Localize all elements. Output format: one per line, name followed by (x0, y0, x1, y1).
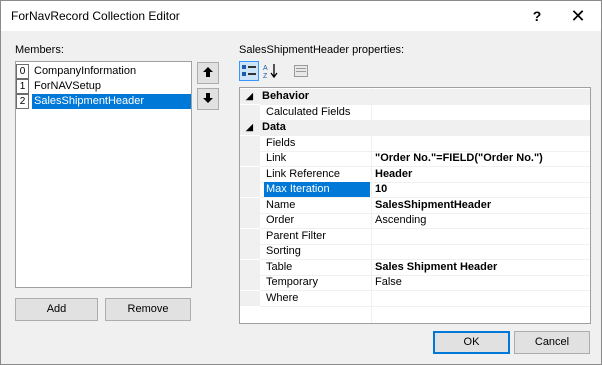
property-value[interactable]: Sales Shipment Header (373, 260, 590, 275)
row-gutter (240, 228, 260, 244)
row-gutter (240, 290, 260, 306)
property-grid[interactable]: ◢ Behavior Calculated Fields ◢ Data Fields Lin… (239, 87, 591, 324)
property-category[interactable]: ◢ Behavior (240, 89, 590, 104)
property-row[interactable]: Calculated Fields (240, 104, 590, 120)
property-value[interactable]: SalesShipmentHeader (373, 198, 590, 213)
property-name: Where (266, 291, 299, 304)
properties-label: SalesShipmentHeader properties: (239, 44, 405, 56)
svg-text:Z: Z (263, 73, 268, 79)
property-value[interactable]: False (373, 275, 590, 290)
row-gutter (240, 104, 260, 120)
property-row[interactable]: Sorting (240, 244, 590, 259)
member-name: CompanyInformation (34, 65, 137, 77)
property-pages-button[interactable] (291, 61, 311, 81)
title-bar: ForNavRecord Collection Editor ? ✕ (1, 1, 601, 31)
categorized-icon (242, 65, 256, 76)
property-value[interactable]: 10 (373, 182, 590, 197)
cancel-button[interactable]: Cancel (514, 331, 590, 354)
list-item[interactable]: 2 SalesShipmentHeader (16, 94, 191, 109)
property-name: Link (266, 152, 287, 164)
member-name: ForNAVSetup (34, 80, 102, 92)
property-row[interactable]: Where (240, 290, 590, 306)
row-gutter (240, 259, 260, 275)
property-row[interactable]: Parent Filter (240, 228, 590, 244)
property-category[interactable]: ◢ Data (240, 120, 590, 135)
property-name: Fields (266, 136, 296, 149)
row-gutter (240, 151, 260, 166)
row-gutter (240, 182, 260, 197)
property-row[interactable]: Order Ascending (240, 213, 590, 228)
property-value[interactable] (373, 136, 590, 151)
property-row[interactable]: Temporary False (240, 275, 590, 290)
alphabetical-button[interactable]: A Z (261, 61, 281, 81)
property-name: Table (266, 260, 293, 273)
property-row[interactable]: Max Iteration 10 (240, 182, 590, 197)
property-pages-icon (294, 65, 308, 77)
row-gutter (240, 135, 260, 151)
members-label: Members: (15, 44, 64, 56)
list-item[interactable]: 0 CompanyInformation (16, 64, 191, 79)
row-gutter (240, 197, 260, 213)
close-button[interactable]: ✕ (555, 1, 601, 31)
property-row[interactable]: Fields (240, 135, 590, 151)
property-name: Max Iteration (264, 182, 370, 197)
property-name: Link Reference (266, 167, 340, 180)
collapse-icon[interactable]: ◢ (246, 120, 253, 135)
ok-button[interactable]: OK (433, 331, 510, 354)
row-gutter (240, 166, 260, 182)
members-list[interactable]: 0 CompanyInformation 1 ForNAVSetup 2 SalesShi… (15, 61, 192, 288)
property-value[interactable]: Header (373, 167, 590, 182)
property-name: Parent Filter (266, 229, 326, 242)
move-down-button[interactable] (197, 88, 219, 110)
property-value[interactable] (373, 244, 590, 259)
property-row[interactable]: Table Sales Shipment Header (240, 259, 590, 275)
member-index: 2 (16, 94, 29, 109)
property-value[interactable] (373, 229, 590, 244)
list-item[interactable]: 1 ForNAVSetup (16, 79, 191, 94)
arrow-down-icon (203, 93, 213, 103)
svg-text:A: A (263, 65, 268, 72)
properties-toolbar: A Z (239, 61, 319, 83)
category-label: Data (262, 121, 286, 133)
arrow-up-icon (203, 67, 213, 77)
remove-button[interactable]: Remove (105, 298, 191, 321)
add-button[interactable]: Add (15, 298, 98, 321)
alphabetical-sort-icon: A Z (263, 64, 278, 80)
member-name: SalesShipmentHeader (32, 94, 191, 109)
property-row[interactable]: Name SalesShipmentHeader (240, 197, 590, 213)
property-value[interactable]: Ascending (373, 213, 590, 228)
row-gutter (240, 244, 260, 259)
property-value[interactable]: "Order No."=FIELD("Order No.") (373, 151, 590, 166)
categorized-button[interactable] (239, 61, 259, 81)
member-index: 1 (16, 79, 29, 94)
row-gutter (240, 213, 260, 228)
property-value[interactable] (373, 105, 590, 120)
property-name: Temporary (266, 276, 318, 288)
collection-editor-window: ForNavRecord Collection Editor ? ✕ Membe… (0, 0, 602, 365)
window-title: ForNavRecord Collection Editor (11, 9, 180, 23)
property-row[interactable]: Link "Order No."=FIELD("Order No.") (240, 151, 590, 166)
help-button[interactable]: ? (514, 1, 560, 31)
property-name: Name (266, 198, 296, 211)
property-value[interactable] (373, 291, 590, 306)
category-label: Behavior (262, 90, 310, 102)
collapse-icon[interactable]: ◢ (246, 89, 253, 104)
row-gutter (240, 275, 260, 290)
member-index: 0 (16, 64, 29, 79)
property-name: Calculated Fields (266, 105, 351, 118)
property-name: Order (266, 214, 295, 226)
move-up-button[interactable] (197, 62, 219, 84)
property-name: Sorting (266, 245, 301, 257)
row-divider (260, 305, 590, 307)
property-row[interactable]: Link Reference Header (240, 166, 590, 182)
